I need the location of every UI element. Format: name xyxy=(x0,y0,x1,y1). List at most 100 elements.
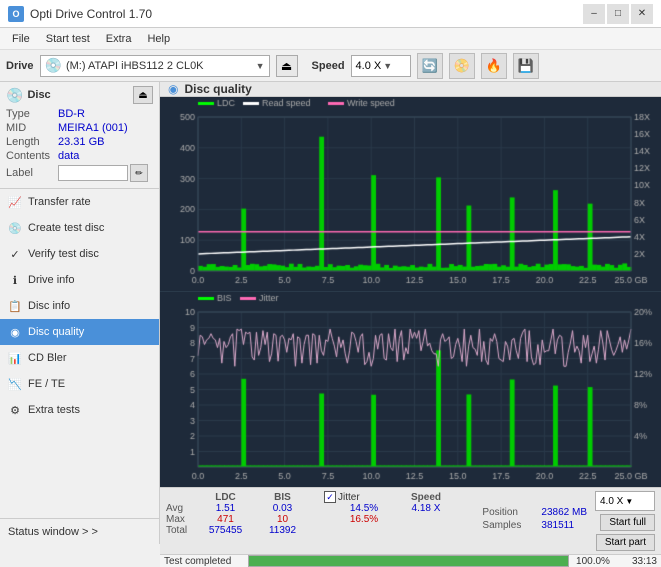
content-area: ◉ Disc quality LDC xyxy=(160,82,661,544)
stats-header-row: LDC BIS ✓ Jitter Speed xyxy=(166,491,478,503)
stats-max-label: Max xyxy=(166,514,196,525)
menu-file[interactable]: File xyxy=(4,31,38,47)
disc-label-label: Label xyxy=(6,167,58,179)
position-row: Position 23862 MB xyxy=(482,507,587,518)
create-test-disc-icon: 💿 xyxy=(8,221,22,235)
sidebar-item-label: Disc quality xyxy=(28,326,84,338)
lower-chart-canvas xyxy=(160,292,661,487)
burn-button[interactable]: 🔥 xyxy=(481,53,507,79)
sidebar-item-cd-bler[interactable]: 📊 CD Bler xyxy=(0,345,159,371)
disc-contents-value: data xyxy=(58,150,79,162)
menu-extra[interactable]: Extra xyxy=(98,31,140,47)
disc-info-icon: 📋 xyxy=(8,299,22,313)
title-bar: O Opti Drive Control 1.70 – □ ✕ xyxy=(0,0,661,28)
sidebar-item-label: Disc info xyxy=(28,300,70,312)
upper-chart-canvas xyxy=(160,97,661,291)
progress-bar-container: Test completed 100.0% 33:13 xyxy=(160,554,661,567)
stats-total-bis: 11392 xyxy=(255,525,310,536)
stats-avg-ldc: 1.51 xyxy=(198,503,253,514)
drive-bar: Drive 💿 (M:) ATAPI iHBS112 2 CL0K ▼ ⏏ Sp… xyxy=(0,50,661,82)
disc-quality-icon: ◉ xyxy=(8,325,22,339)
stats-bar: LDC BIS ✓ Jitter Speed Avg 1.51 xyxy=(160,487,661,554)
disc-eject-button[interactable]: ⏏ xyxy=(133,86,153,104)
verify-test-disc-icon: ✓ xyxy=(8,247,22,261)
disc-mid-value: MEIRA1 (001) xyxy=(58,122,128,134)
sidebar-item-label: Transfer rate xyxy=(28,196,91,208)
stats-avg-row: Avg 1.51 0.03 14.5% 4.18 X xyxy=(166,503,478,514)
samples-label: Samples xyxy=(482,520,537,531)
sidebar-item-label: Extra tests xyxy=(28,404,80,416)
drive-select[interactable]: 💿 (M:) ATAPI iHBS112 2 CL0K ▼ xyxy=(40,55,270,77)
jitter-checkbox[interactable]: ✓ xyxy=(324,491,336,503)
speed-dropdown[interactable]: 4.0 X ▼ xyxy=(595,491,655,511)
charts-area xyxy=(160,97,661,487)
app-icon: O xyxy=(8,6,24,22)
chart-header: ◉ Disc quality xyxy=(160,82,661,97)
refresh-button[interactable]: 🔄 xyxy=(417,53,443,79)
jitter-label: Jitter xyxy=(338,492,360,503)
stats-max-jitter: 16.5% xyxy=(324,514,404,525)
disc-type-label: Type xyxy=(6,108,58,120)
disc-mid-label: MID xyxy=(6,122,58,134)
fe-te-icon: 📉 xyxy=(8,377,22,391)
progress-bar-outer xyxy=(248,555,569,567)
sidebar-item-disc-info[interactable]: 📋 Disc info xyxy=(0,293,159,319)
sidebar-item-create-test-disc[interactable]: 💿 Create test disc xyxy=(0,215,159,241)
stats-col-speed: Speed xyxy=(406,492,446,503)
sidebar-item-fe-te[interactable]: 📉 FE / TE xyxy=(0,371,159,397)
disc-mid-row: MID MEIRA1 (001) xyxy=(6,122,153,134)
disc-label-row: Label ✏ xyxy=(6,164,153,182)
title-bar-left: O Opti Drive Control 1.70 xyxy=(8,6,152,22)
disc-icon: 💿 xyxy=(6,87,23,104)
menu-bar: File Start test Extra Help xyxy=(0,28,661,50)
main-area: 💿 Disc ⏏ Type BD-R MID MEIRA1 (001) Leng… xyxy=(0,82,661,544)
sidebar-menu: 📈 Transfer rate 💿 Create test disc ✓ Ver… xyxy=(0,189,159,518)
stats-col-ldc: LDC xyxy=(198,492,253,503)
disc-insert-button[interactable]: 📀 xyxy=(449,53,475,79)
disc-label-input[interactable] xyxy=(58,165,128,181)
stats-total-row: Total 575455 11392 xyxy=(166,525,478,536)
disc-title: Disc xyxy=(27,89,50,101)
stats-table: LDC BIS ✓ Jitter Speed Avg 1.51 xyxy=(166,491,478,536)
sidebar-item-transfer-rate[interactable]: 📈 Transfer rate xyxy=(0,189,159,215)
upper-chart xyxy=(160,97,661,292)
status-window-label: Status window > > xyxy=(8,526,98,538)
maximize-button[interactable]: □ xyxy=(607,4,629,24)
close-button[interactable]: ✕ xyxy=(631,4,653,24)
progress-percent: 100.0% xyxy=(573,556,613,567)
disc-header: 💿 Disc ⏏ xyxy=(6,86,153,104)
stats-avg-speed: 4.18 X xyxy=(406,503,446,514)
window-controls: – □ ✕ xyxy=(583,4,653,24)
status-window-button[interactable]: Status window > > xyxy=(0,518,159,544)
jitter-checkbox-area: ✓ Jitter xyxy=(324,491,404,503)
disc-length-row: Length 23.31 GB xyxy=(6,136,153,148)
cd-bler-icon: 📊 xyxy=(8,351,22,365)
stats-avg-jitter: 14.5% xyxy=(324,503,404,514)
app-title: Opti Drive Control 1.70 xyxy=(30,7,152,21)
stats-avg-label: Avg xyxy=(166,503,196,514)
start-part-button[interactable]: Start part xyxy=(596,534,655,551)
disc-length-value: 23.31 GB xyxy=(58,136,104,148)
minimize-button[interactable]: – xyxy=(583,4,605,24)
disc-type-row: Type BD-R xyxy=(6,108,153,120)
sidebar-item-label: Verify test disc xyxy=(28,248,99,260)
speed-buttons-area: 4.0 X ▼ Start full Start part xyxy=(595,491,655,551)
sidebar-item-disc-quality[interactable]: ◉ Disc quality xyxy=(0,319,159,345)
speed-select[interactable]: 4.0 X ▼ xyxy=(351,55,411,77)
sidebar: 💿 Disc ⏏ Type BD-R MID MEIRA1 (001) Leng… xyxy=(0,82,160,544)
save-button[interactable]: 💾 xyxy=(513,53,539,79)
chart-title: Disc quality xyxy=(184,82,251,96)
sidebar-item-label: CD Bler xyxy=(28,352,67,364)
position-value: 23862 MB xyxy=(541,507,587,518)
progress-status: Test completed xyxy=(164,556,244,567)
label-edit-button[interactable]: ✏ xyxy=(130,164,148,182)
eject-button[interactable]: ⏏ xyxy=(276,55,298,77)
menu-help[interactable]: Help xyxy=(139,31,178,47)
menu-start-test[interactable]: Start test xyxy=(38,31,98,47)
samples-value: 381511 xyxy=(541,520,574,531)
sidebar-item-verify-test-disc[interactable]: ✓ Verify test disc xyxy=(0,241,159,267)
start-full-button[interactable]: Start full xyxy=(600,514,655,531)
sidebar-item-extra-tests[interactable]: ⚙ Extra tests xyxy=(0,397,159,423)
disc-contents-label: Contents xyxy=(6,150,58,162)
sidebar-item-drive-info[interactable]: ℹ Drive info xyxy=(0,267,159,293)
